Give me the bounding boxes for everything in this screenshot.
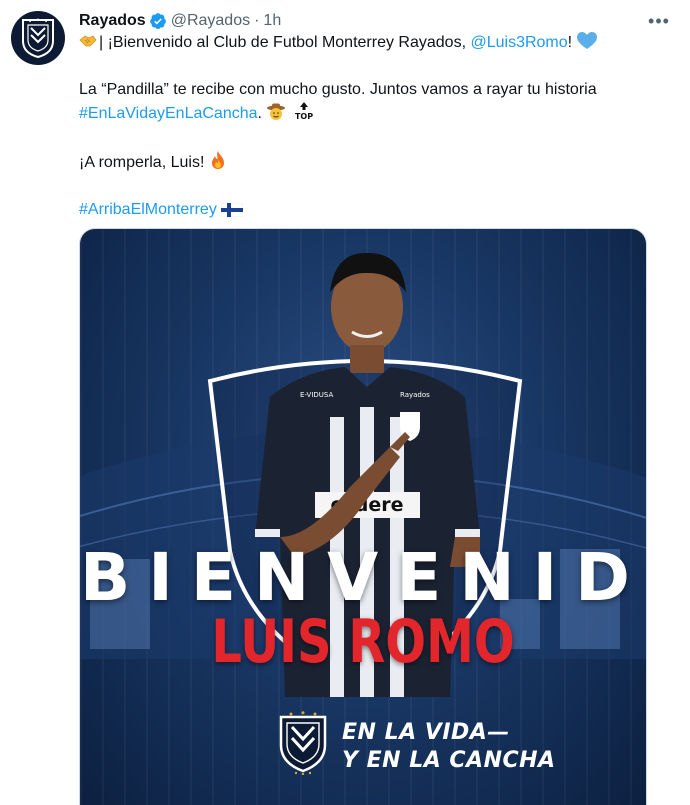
- display-name[interactable]: Rayados: [79, 10, 146, 32]
- mention-link[interactable]: @Luis3Romo: [470, 34, 567, 51]
- avatar[interactable]: [11, 11, 65, 65]
- more-options-icon[interactable]: •••: [644, 8, 674, 34]
- paragraph-2-line: La “Pandilla” te recibe con mucho gusto.…: [79, 81, 597, 98]
- timestamp[interactable]: 1h: [263, 10, 281, 32]
- hashtag-enlavida[interactable]: #EnLaVidayEnLaCancha: [79, 105, 258, 122]
- tweet-header: Rayados @Rayados · 1h •••: [79, 10, 674, 32]
- paragraph-2-after: .: [257, 105, 262, 122]
- cowboy-face-icon: [266, 103, 286, 128]
- paragraph-3-text: ¡A romperla, Luis!: [79, 154, 205, 171]
- media-headline: BIENVENIDO: [80, 539, 647, 616]
- handshake-icon: [79, 32, 97, 57]
- separator-dot: ·: [254, 12, 260, 29]
- fire-icon: [209, 150, 227, 177]
- media-player-name: LUIS ROMO: [211, 607, 515, 677]
- handle[interactable]: @Rayados: [171, 10, 250, 32]
- tweet-body: Rayados @Rayados · 1h ••• | ¡Bienvenido: [79, 10, 674, 805]
- tweet-paragraph-3: ¡A romperla, Luis!: [79, 150, 674, 177]
- svg-text:TOP: TOP: [295, 112, 313, 121]
- slogan-line-1: EN LA VIDA—: [342, 720, 510, 745]
- tweet-paragraph-4: #ArribaElMonterrey: [79, 199, 674, 224]
- slogan-line-2: Y EN LA CANCHA: [342, 748, 556, 773]
- top-arrow-icon: TOP: [293, 101, 315, 128]
- monterrey-crest-icon: [279, 711, 327, 775]
- tweet-paragraph-1: | ¡Bienvenido al Club de Futbol Monterre…: [79, 32, 674, 57]
- media-slogan: EN LA VIDA— Y EN LA CANCHA: [342, 719, 556, 775]
- hashtag-arribaelmonterrey[interactable]: #ArribaElMonterrey: [79, 201, 217, 218]
- jersey-right-label: Rayados: [400, 391, 430, 399]
- tweet-text: | ¡Bienvenido al Club de Futbol Monterre…: [79, 32, 674, 224]
- tweet-media-image[interactable]: codere E-VIDUSA Rayados BIENVENIDO LUIS …: [79, 228, 647, 805]
- tweet[interactable]: Rayados @Rayados · 1h ••• | ¡Bienvenido: [0, 0, 690, 805]
- verified-badge-icon: [149, 12, 167, 30]
- blue-heart-icon: [576, 32, 597, 57]
- jersey-left-label: E-VIDUSA: [300, 391, 333, 399]
- rayados-crest-icon: [22, 18, 54, 59]
- paragraph-1-prefix: | ¡Bienvenido al Club de Futbol Monterre…: [99, 34, 471, 51]
- finland-flag-icon: [221, 202, 244, 224]
- tweet-paragraph-2: La “Pandilla” te recibe con mucho gusto.…: [79, 79, 674, 128]
- paragraph-1-suffix: !: [567, 34, 573, 51]
